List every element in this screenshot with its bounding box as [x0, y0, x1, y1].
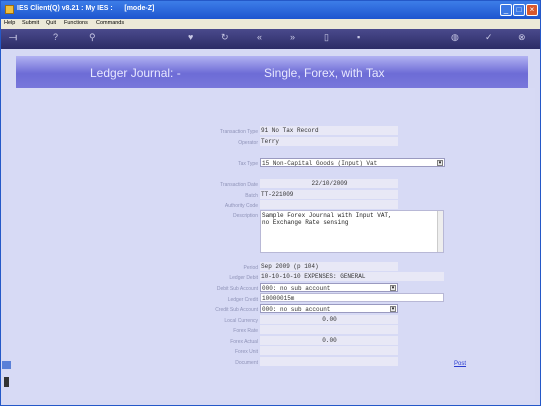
ledger-debit-field[interactable]: 10-10-10-10 EXPENSES: GENERAL	[260, 272, 444, 281]
local-currency-label: Local Currency	[224, 318, 258, 324]
minimize-button[interactable]: _	[500, 4, 512, 16]
operator-field[interactable]: Terry	[260, 137, 398, 146]
confirm-icon[interactable]: ✓	[485, 32, 493, 43]
authority-code-label: Authority Code	[224, 203, 258, 209]
operator-label: Operator	[238, 140, 258, 146]
last-record-icon[interactable]: »	[290, 32, 295, 42]
forex-unit-label: Forex Unit	[234, 349, 258, 355]
title-bar: IES Client(Q) v8.21 : My IES : [mode-Z] …	[1, 1, 540, 19]
refresh-icon[interactable]: ↻	[221, 32, 229, 43]
menu-quit[interactable]: Quit	[46, 20, 56, 26]
transaction-date-label: Transaction Date	[220, 182, 258, 188]
period-field[interactable]: Sep 2009 (p 104)	[260, 262, 398, 271]
chevron-down-icon[interactable]: ▾	[437, 160, 443, 166]
ledger-credit-field[interactable]: 10000015m	[260, 293, 444, 302]
app-window: IES Client(Q) v8.21 : My IES : [mode-Z] …	[0, 0, 541, 406]
exit-icon[interactable]: ⟞	[9, 32, 17, 43]
description-label: Description	[232, 213, 258, 219]
toolbar: ⟞ ? ⚲ ♥ ↻ « » ▯ ▪ ◍ ✓ ⊗	[1, 29, 540, 49]
credit-sub-account-select[interactable]: 000: no sub account ▾	[260, 304, 398, 313]
debit-sub-account-select[interactable]: 000: no sub account ▾	[260, 283, 398, 292]
debit-sub-account-value: 000: no sub account	[262, 285, 331, 292]
chevron-down-icon[interactable]: ▾	[390, 285, 396, 291]
chevron-down-icon[interactable]: ▾	[390, 306, 396, 312]
forex-actual-label: Forex Actual	[230, 339, 258, 345]
forex-actual-field[interactable]: 0.00	[260, 336, 398, 345]
app-icon	[5, 5, 14, 14]
description-line-2: no Exchange Rate sensing	[262, 219, 349, 226]
tax-type-select[interactable]: 15 Non-Capital Goods (Input) Vat ▾	[260, 158, 445, 167]
credit-sub-account-value: 000: no sub account	[262, 306, 331, 313]
menu-submit[interactable]: Submit	[22, 20, 39, 26]
authority-code-field[interactable]	[260, 200, 398, 209]
description-textarea[interactable]: Sample Forex Journal with Input VAT, no …	[260, 210, 444, 253]
menu-help[interactable]: Help	[4, 20, 15, 26]
side-marker-icon[interactable]	[4, 377, 9, 387]
period-label: Period	[243, 265, 258, 271]
maximize-button[interactable]: □	[513, 4, 525, 16]
page-header: Ledger Journal: - Single, Forex, with Ta…	[16, 56, 528, 88]
batch-label: Batch	[245, 193, 258, 199]
batch-field[interactable]: TT-221009	[260, 190, 398, 199]
heart-icon[interactable]: ♥	[188, 32, 193, 42]
document-field[interactable]	[260, 357, 398, 366]
globe-icon[interactable]: ◍	[451, 32, 459, 43]
tax-type-value: 15 Non-Capital Goods (Input) Vat	[262, 160, 378, 167]
ledger-debit-label: Ledger Debit	[229, 275, 258, 281]
credit-sub-account-label: Credit Sub Account	[215, 307, 258, 313]
transaction-type-label: Transaction Type	[219, 129, 258, 135]
menu-commands[interactable]: Commands	[96, 20, 124, 26]
tax-type-label: Tax Type	[238, 161, 258, 167]
document-icon[interactable]: ▯	[324, 32, 329, 43]
document-label: Document	[235, 360, 258, 366]
transaction-date-field[interactable]: 22/10/2009	[260, 179, 398, 188]
window-title: IES Client(Q) v8.21 : My IES : [mode-Z]	[17, 5, 155, 12]
close-button[interactable]: ×	[526, 4, 538, 16]
description-scrollbar[interactable]	[437, 211, 443, 252]
first-record-icon[interactable]: «	[257, 32, 262, 42]
forex-unit-field[interactable]	[260, 346, 398, 355]
page-subtitle: Single, Forex, with Tax	[264, 66, 385, 80]
search-icon[interactable]: ⚲	[89, 32, 96, 43]
forex-rate-field[interactable]	[260, 325, 398, 334]
transaction-type-field[interactable]: 91 No Tax Record	[260, 126, 398, 135]
menu-bar: Help Submit Quit Functions Commands	[1, 19, 540, 29]
local-currency-field[interactable]: 0.00	[260, 315, 398, 324]
post-link[interactable]: Post	[454, 361, 466, 367]
cancel-icon[interactable]: ⊗	[518, 32, 526, 43]
menu-functions[interactable]: Functions	[64, 20, 88, 26]
forex-rate-label: Forex Rate	[233, 328, 258, 334]
description-line-1: Sample Forex Journal with Input VAT,	[262, 212, 392, 219]
ledger-credit-label: Ledger Credit	[227, 297, 258, 303]
debit-sub-account-label: Debit Sub Account	[216, 286, 258, 292]
help-icon[interactable]: ?	[53, 32, 58, 42]
page-title: Ledger Journal: -	[90, 66, 181, 80]
delete-icon[interactable]: ▪	[357, 32, 360, 42]
side-badge[interactable]	[2, 361, 11, 369]
